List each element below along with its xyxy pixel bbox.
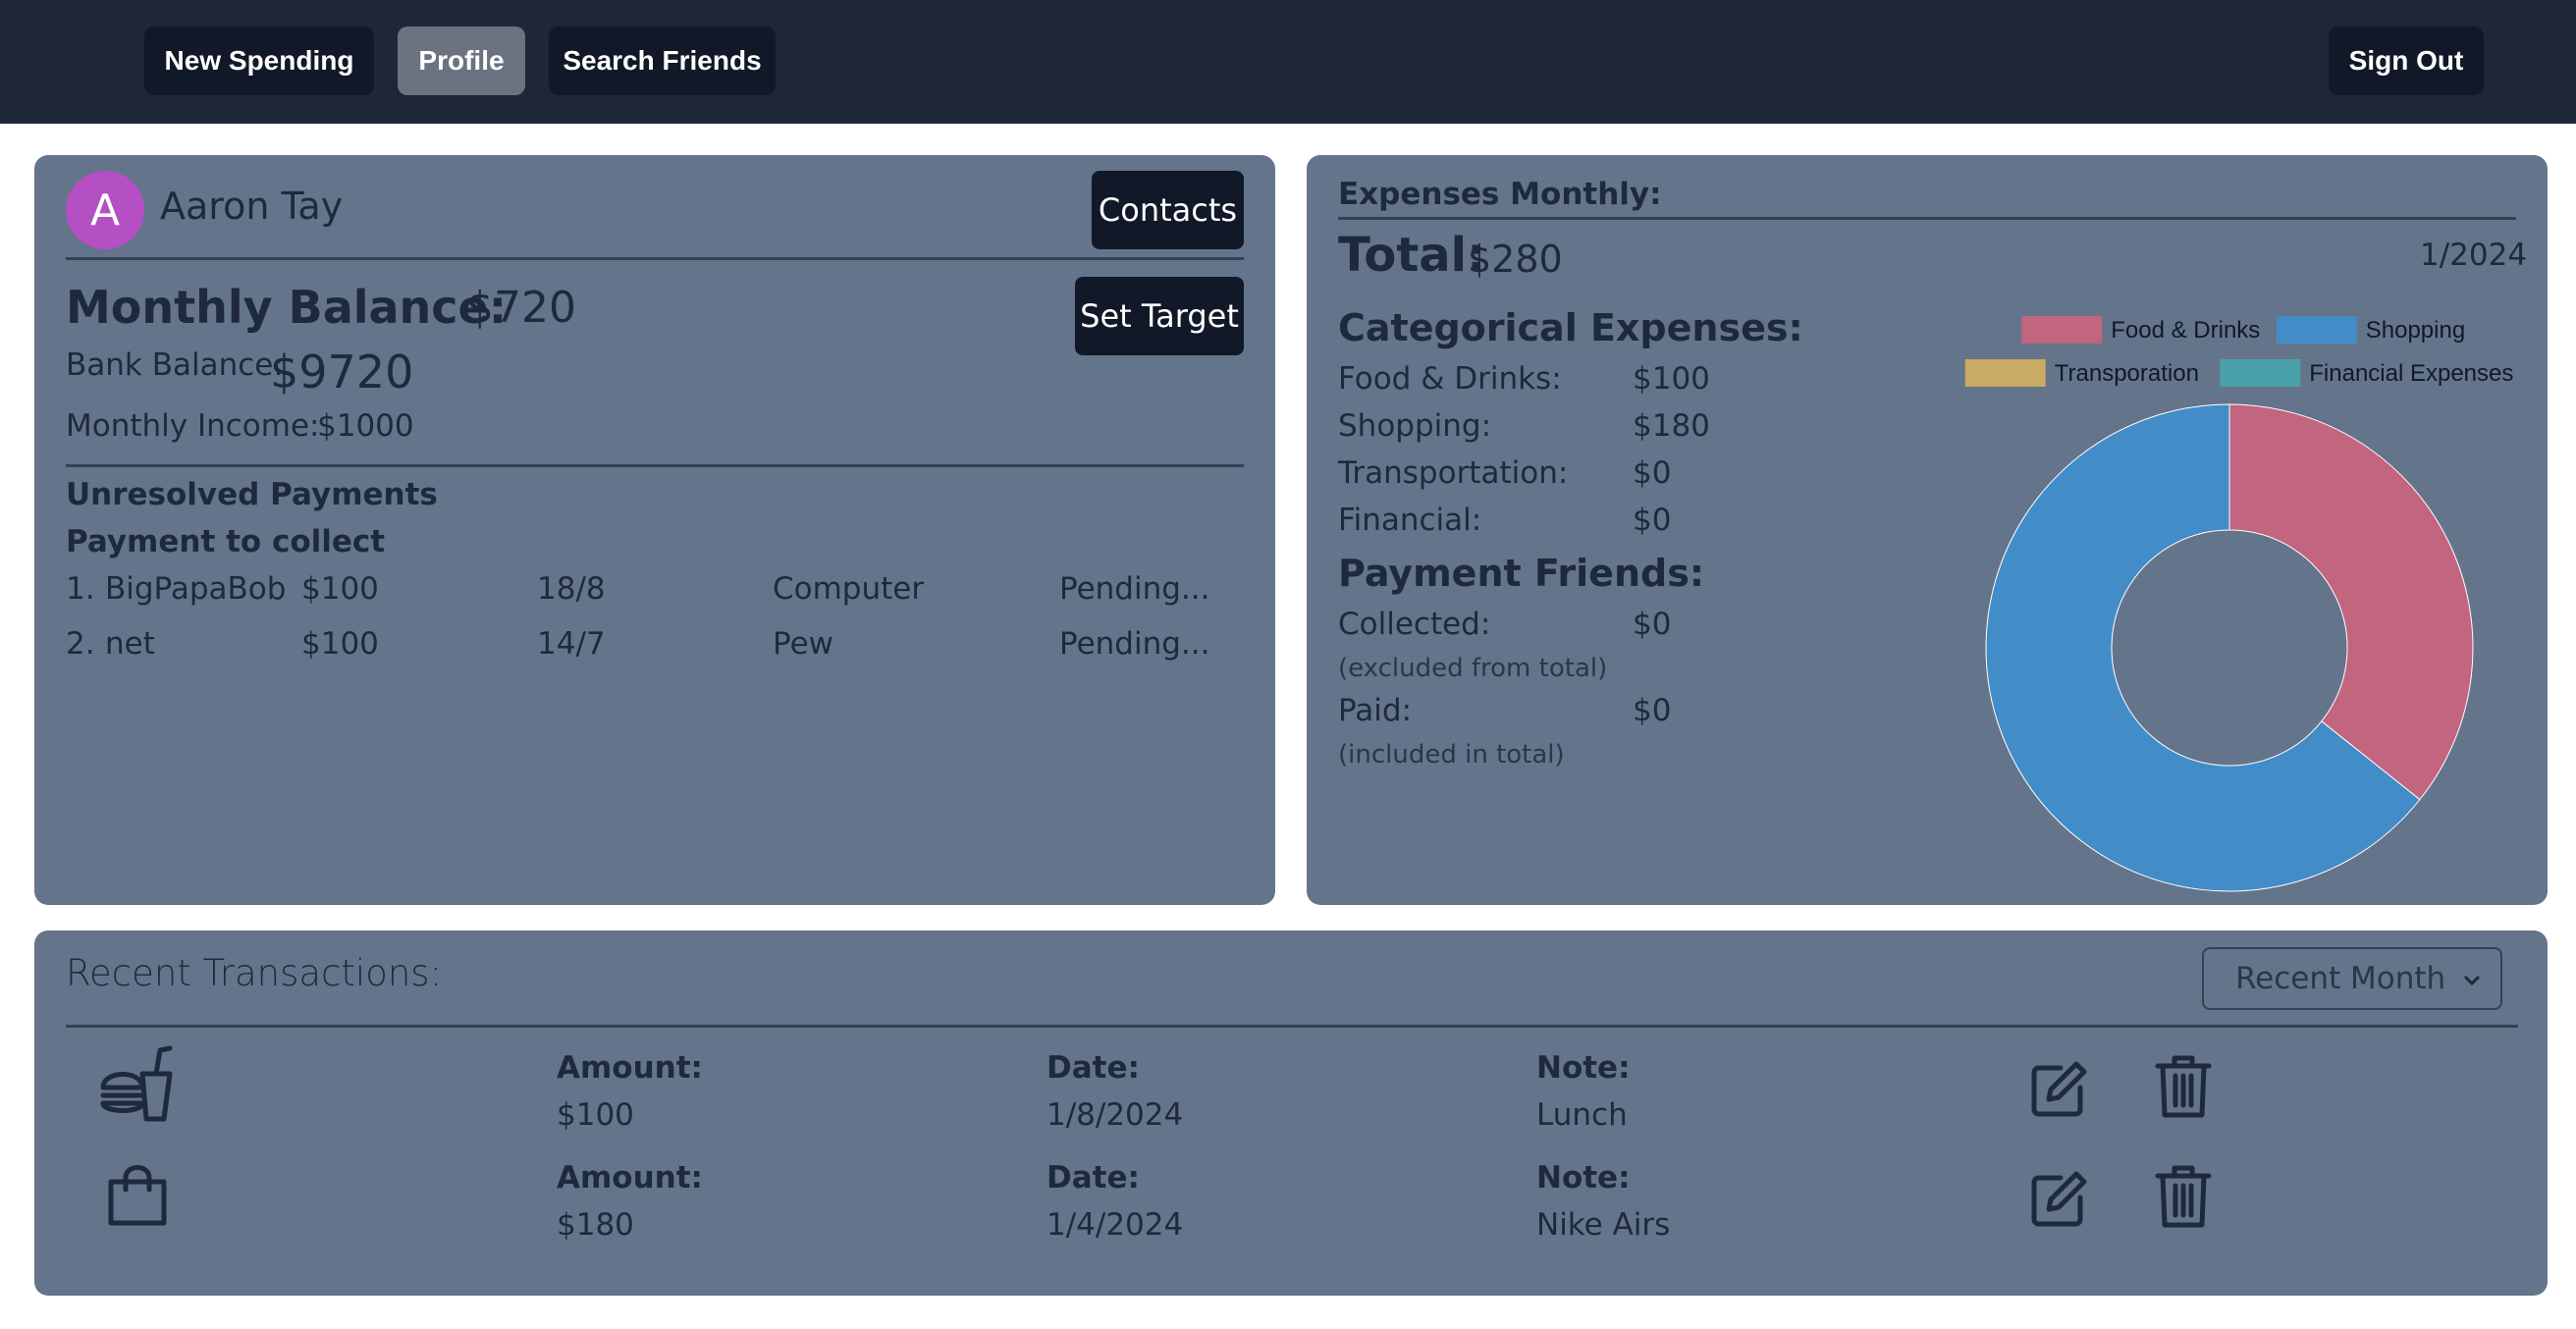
shopping-bag-icon [107, 1164, 168, 1227]
legend-swatch [2021, 316, 2103, 344]
legend-label: Food & Drinks [2111, 317, 2260, 344]
search-friends-button[interactable]: Search Friends [549, 27, 776, 95]
legend-item[interactable]: Transporation [1964, 359, 2199, 387]
legend-label: Financial Expenses [2309, 360, 2513, 387]
total-label: Total: [1338, 228, 1486, 283]
monthly-balance-label: Monthly Balance: [66, 281, 508, 334]
sign-out-button[interactable]: Sign Out [2329, 27, 2484, 95]
amount-label: Amount: [557, 1160, 703, 1196]
transaction-amount: $180 [557, 1207, 634, 1243]
divider [66, 464, 1244, 467]
category-value: $0 [1633, 455, 1672, 491]
total-value: $280 [1468, 238, 1563, 281]
collected-note: (excluded from total) [1338, 654, 1608, 683]
monthly-balance-value: $720 [466, 283, 576, 333]
paid-label: Paid: [1338, 693, 1413, 728]
chevron-down-icon [2461, 969, 2483, 990]
set-target-button[interactable]: Set Target [1075, 277, 1244, 355]
payment-status: Pending... [1059, 626, 1210, 662]
contacts-button[interactable]: Contacts [1092, 171, 1244, 249]
legend-label: Shopping [2366, 317, 2465, 344]
payment-index: 1. [66, 571, 95, 607]
profile-button[interactable]: Profile [398, 27, 525, 95]
collected-value: $0 [1633, 607, 1672, 642]
payment-to-collect-heading: Payment to collect [66, 524, 386, 559]
legend-item[interactable]: Financial Expenses [2220, 359, 2513, 387]
payment-amount: $100 [301, 626, 379, 662]
collected-label: Collected: [1338, 607, 1491, 642]
profile-card: A Aaron Tay Contacts Set Target Monthly … [34, 155, 1275, 905]
payment-friends-heading: Payment Friends: [1338, 552, 1705, 595]
category-value: $100 [1633, 361, 1710, 397]
period-filter-select[interactable]: Recent Month [2202, 947, 2502, 1010]
payment-name: BigPapaBob [105, 571, 287, 607]
donut-slice-food-drinks[interactable] [2228, 403, 2474, 801]
date-label: Date: [1046, 1160, 1140, 1196]
bank-balance-value: $9720 [270, 346, 414, 399]
food-drinks-icon [99, 1044, 174, 1123]
legend-swatch [2276, 316, 2357, 344]
avatar: A [66, 171, 144, 249]
payment-amount: $100 [301, 571, 379, 607]
divider [66, 1025, 2518, 1028]
payment-date: 18/8 [537, 571, 606, 607]
edit-icon[interactable] [2031, 1060, 2088, 1117]
trash-icon[interactable] [2155, 1164, 2212, 1229]
new-spending-button[interactable]: New Spending [144, 27, 374, 95]
category-label: Food & Drinks: [1338, 361, 1562, 397]
trash-icon[interactable] [2155, 1054, 2212, 1119]
payment-note: Computer [773, 571, 925, 607]
category-label: Shopping: [1338, 408, 1492, 444]
legend-item[interactable]: Shopping [2276, 316, 2465, 344]
note-label: Note: [1536, 1050, 1631, 1086]
transaction-amount: $100 [557, 1097, 634, 1133]
payment-note: Pew [773, 626, 834, 662]
payment-index: 2. [66, 626, 95, 662]
date-label: Date: [1046, 1050, 1140, 1086]
top-navbar: New Spending Profile Search Friends Sign… [0, 0, 2576, 124]
category-value: $180 [1633, 408, 1710, 444]
category-label: Financial: [1338, 503, 1482, 538]
category-value: $0 [1633, 503, 1672, 538]
legend-label: Transporation [2055, 360, 2199, 387]
categorical-expenses-heading: Categorical Expenses: [1338, 306, 1803, 349]
transaction-date: 1/8/2024 [1046, 1097, 1184, 1133]
transaction-note: Nike Airs [1536, 1207, 1671, 1243]
monthly-income-label: Monthly Income: [66, 408, 320, 444]
period-filter-value: Recent Month [2235, 961, 2446, 996]
payment-name: net [105, 626, 155, 662]
unresolved-payments-heading: Unresolved Payments [66, 477, 438, 512]
legend-swatch [1964, 359, 2046, 387]
recent-transactions-heading: Recent Transactions: [66, 952, 443, 994]
note-label: Note: [1536, 1160, 1631, 1196]
paid-note: (included in total) [1338, 740, 1565, 770]
legend-item[interactable]: Food & Drinks [2021, 316, 2260, 344]
payment-date: 14/7 [537, 626, 606, 662]
amount-label: Amount: [557, 1050, 703, 1086]
divider [66, 257, 1244, 260]
bank-balance-label: Bank Balance: [66, 347, 284, 383]
paid-value: $0 [1633, 693, 1672, 728]
expenses-donut-chart: Food & Drinks Shopping Transporation Financ… [1964, 316, 2513, 892]
user-name: Aaron Tay [160, 185, 344, 228]
transaction-date: 1/4/2024 [1046, 1207, 1184, 1243]
edit-icon[interactable] [2031, 1170, 2088, 1227]
monthly-income-value: $1000 [317, 408, 414, 444]
transaction-note: Lunch [1536, 1097, 1628, 1133]
recent-transactions-card: Recent Transactions: Recent Month Amount… [34, 930, 2548, 1296]
category-label: Transportation: [1338, 455, 1569, 491]
expenses-monthly-heading: Expenses Monthly: [1338, 177, 1662, 212]
expenses-card: Expenses Monthly: Total: $280 1/2024 Cat… [1307, 155, 2548, 905]
payment-status: Pending... [1059, 571, 1210, 607]
legend-swatch [2220, 359, 2301, 387]
